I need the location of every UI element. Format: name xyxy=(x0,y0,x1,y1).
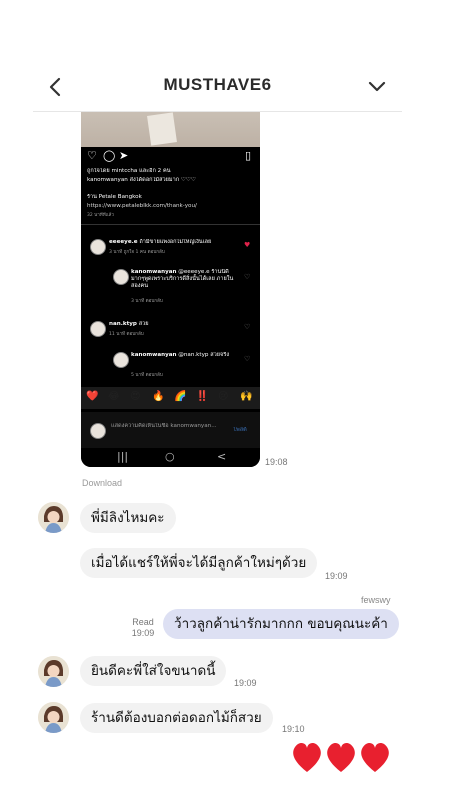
comment-meta: 3 นาที ถูกใจ 1 คน ตอบกลับ xyxy=(109,250,165,255)
heart-icon xyxy=(293,742,389,772)
android-nav-bar: ||| ○ < xyxy=(81,448,260,467)
post-photo xyxy=(81,112,260,147)
emoji: ❤️ xyxy=(86,391,99,402)
comment-user: nan.ktyp สวย xyxy=(109,321,149,327)
liked-heart-icon: ♥ xyxy=(244,241,251,249)
my-message-bubble: ว้าวลูกค้าน่ารักมากกก ขอบคุณนะค้า xyxy=(163,609,399,639)
back-icon[interactable] xyxy=(46,74,66,100)
comment-placeholder: แสดงความคิดเห็นในชื่อ kanomwanyan... xyxy=(111,423,217,429)
bookmark-icon: ▯ xyxy=(245,149,252,162)
likes-line: ถูกใจโดย mintccha และอีก 2 คน xyxy=(87,168,171,174)
read-receipt: Read 19:09 xyxy=(131,617,155,638)
post-label: โพสต์ xyxy=(233,427,247,433)
emoji: 😢 xyxy=(218,391,229,402)
hearts-reaction: ❤️❤️❤️ xyxy=(291,738,391,776)
back-nav-icon: < xyxy=(217,450,227,463)
comment-meta: 3 นาที ตอบกลับ xyxy=(131,299,163,304)
chevron-down-icon[interactable] xyxy=(366,74,388,100)
comment-reply: kanomwanyan @eeeeye.e ร้านนี้ดีมากๆพูดเพ… xyxy=(131,269,234,289)
post-actions: ♡ ◯ ➤ ▯ xyxy=(87,150,255,164)
comment-reply: kanomwanyan @nan.ktyp สวยจริง xyxy=(131,352,230,358)
comment-user: eeeeye.e ถ้ามีขายแพงอกไม่ใหญ่เงินเลย xyxy=(109,239,212,245)
emoji: 🌈 xyxy=(174,391,187,402)
comment-avatar xyxy=(90,239,106,255)
shop-url: https://www.petaleblkk.com/thank-you/ xyxy=(87,203,197,209)
heart-icon: ♡ xyxy=(244,323,251,331)
message-time: 19:09 xyxy=(325,571,348,581)
send-icon: ➤ xyxy=(119,149,129,162)
comment-input-area: แสดงความคิดเห็นในชื่อ kanomwanyan... โพส… xyxy=(81,412,260,448)
emoji: 🙌 xyxy=(240,391,253,402)
avatar[interactable] xyxy=(38,656,69,687)
shop-name: ร้าน Petale Bangkok xyxy=(87,194,142,200)
comment-avatar xyxy=(113,269,129,285)
recent-apps-icon: ||| xyxy=(117,450,129,463)
my-avatar xyxy=(90,423,106,439)
emoji-bar: ❤️ 😂 😍 🔥 🌈 ‼️ 😢 🙌 xyxy=(81,387,260,409)
emoji: ‼️ xyxy=(196,391,209,402)
sender-name: fewswy xyxy=(361,595,391,605)
shared-image[interactable]: ♡ ◯ ➤ ▯ ถูกใจโดย mintccha และอีก 2 คน ka… xyxy=(81,112,260,467)
heart-icon: ♡ xyxy=(244,355,251,363)
message-time: 19:09 xyxy=(234,678,257,688)
chat-title: MUSTHAVE6 xyxy=(163,75,272,94)
message-time: 19:10 xyxy=(282,724,305,734)
post-caption: kanomwanyan ส่งได้ดอกไม้สวยมาก ♡♡♡ xyxy=(87,177,196,183)
avatar[interactable] xyxy=(38,502,69,533)
comment-meta: 11 นาที ตอบกลับ xyxy=(109,332,144,337)
emoji: 🔥 xyxy=(152,391,165,402)
heart-icon: ♡ xyxy=(87,149,97,162)
comment-icon: ◯ xyxy=(103,149,116,162)
download-link[interactable]: Download xyxy=(82,478,122,488)
emoji: 😍 xyxy=(130,391,141,402)
image-timestamp: 19:08 xyxy=(265,457,288,467)
message-bubble: เมื่อได้แชร์ให้พี่จะได้มีลูกค้าใหม่ๆด้วย xyxy=(80,548,318,578)
message-bubble: ร้านดีต้องบอกต่อดอกไม้ก็สวย xyxy=(80,703,273,733)
comment-meta: 5 นาที ตอบกลับ xyxy=(131,373,163,378)
comment-avatar xyxy=(113,352,129,368)
heart-icon: ♡ xyxy=(244,273,251,281)
emoji: 😂 xyxy=(108,391,120,402)
comment-avatar xyxy=(90,321,106,337)
message-bubble: ยินดีคะพี่ใส่ใจขนาดนี้ xyxy=(80,656,227,686)
post-time: 32 นาทีที่แล้ว xyxy=(87,213,114,218)
home-icon: ○ xyxy=(165,450,175,463)
avatar[interactable] xyxy=(38,702,69,733)
message-bubble: พี่มีลิงไหมคะ xyxy=(80,503,176,533)
